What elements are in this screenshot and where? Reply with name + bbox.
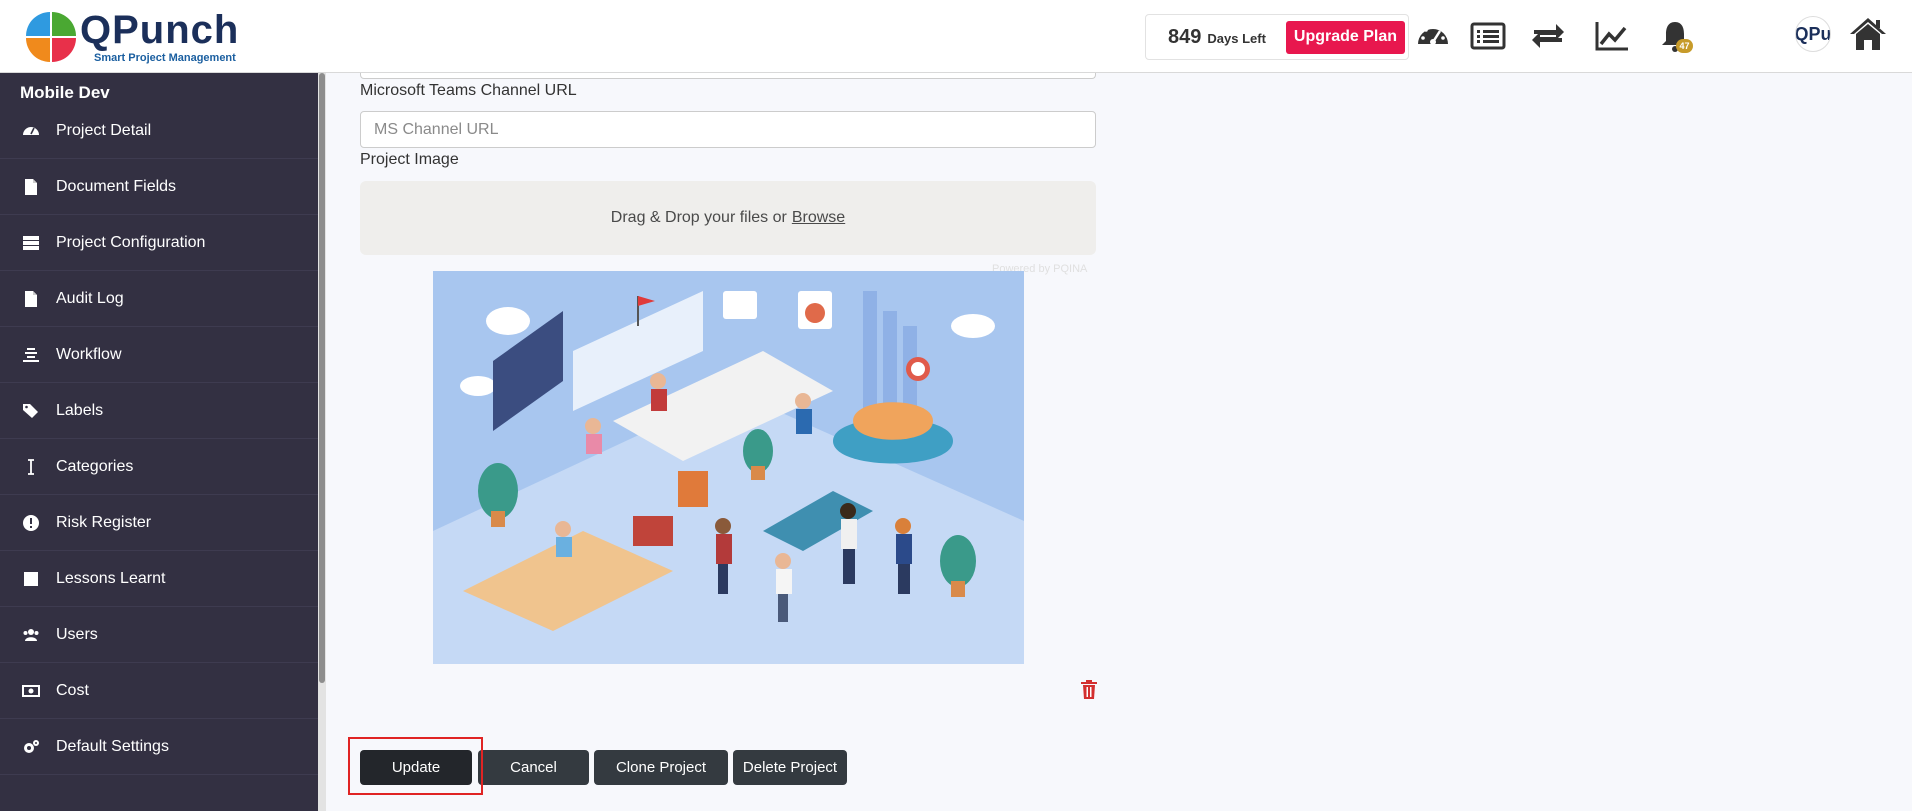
logo-mark-icon: [26, 12, 76, 62]
logo-tagline: Smart Project Management: [94, 52, 236, 64]
avatar[interactable]: QPu: [1795, 16, 1831, 52]
sidebar-item-audit-log[interactable]: Audit Log: [0, 271, 318, 327]
square-icon: [24, 571, 38, 586]
sidebar-item-project-detail[interactable]: Project Detail: [0, 103, 318, 159]
logo-name: QPunch: [80, 8, 240, 52]
sidebar-item-label: Audit Log: [56, 289, 124, 307]
sidebar-item-document-fields[interactable]: Document Fields: [0, 159, 318, 215]
sidebar-item-default-settings[interactable]: Default Settings: [0, 719, 318, 775]
sidebar: Mobile Dev Project Detail Document Field…: [0, 73, 326, 811]
sidebar-item-workflow[interactable]: Workflow: [0, 327, 318, 383]
image-dropzone[interactable]: Drag & Drop your files or Browse: [360, 181, 1096, 255]
teams-url-label: Microsoft Teams Channel URL: [360, 82, 577, 99]
exclamation-circle-icon: [23, 514, 39, 531]
update-highlight-box: [348, 737, 483, 795]
file-icon: [25, 178, 37, 195]
i-cursor-icon: [28, 458, 34, 475]
teams-url-input[interactable]: [360, 111, 1096, 148]
project-illustration: [433, 271, 1024, 664]
project-name: Mobile Dev: [20, 83, 110, 102]
chart-line-icon[interactable]: [1594, 18, 1630, 54]
sidebar-item-label: Document Fields: [56, 177, 177, 195]
file-icon: [25, 290, 37, 307]
days-left-label: Days Left: [1207, 31, 1266, 46]
clone-project-button[interactable]: Clone Project: [594, 750, 728, 785]
notification-badge: 47: [1676, 39, 1693, 53]
sidebar-item-label: Lessons Learnt: [56, 569, 166, 587]
sidebar-scrollbar[interactable]: [318, 73, 326, 811]
dashboard-icon[interactable]: [1415, 18, 1451, 54]
top-header: QPunch Smart Project Management 849 Days…: [0, 0, 1912, 73]
sidebar-item-label: Risk Register: [56, 513, 152, 531]
sidebar-item-cost[interactable]: Cost: [0, 663, 318, 719]
dropzone-text: Drag & Drop your files or: [610, 209, 787, 226]
sidebar-scroll-thumb[interactable]: [319, 73, 325, 683]
tachometer-icon: [23, 126, 39, 135]
delete-image-icon[interactable]: [1080, 680, 1098, 700]
server-icon: [23, 235, 39, 250]
tags-icon: [23, 403, 38, 418]
list-icon[interactable]: [1470, 18, 1506, 54]
sidebar-item-users[interactable]: Users: [0, 607, 318, 663]
sidebar-item-label: Project Detail: [56, 121, 152, 139]
sync-icon[interactable]: [1530, 18, 1566, 54]
sidebar-item-categories[interactable]: Categories: [0, 439, 318, 495]
sidebar-item-label: Categories: [56, 457, 134, 475]
sidebar-item-lessons-learnt[interactable]: Lessons Learnt: [0, 551, 318, 607]
delete-project-button[interactable]: Delete Project: [733, 750, 847, 785]
qpunch-logo[interactable]: QPunch Smart Project Management: [26, 7, 239, 67]
sidebar-item-label: Default Settings: [56, 737, 169, 755]
sidebar-item-label: Workflow: [56, 345, 122, 363]
sidebar-item-risk-register[interactable]: Risk Register: [0, 495, 318, 551]
cogs-icon: [24, 739, 39, 753]
cancel-button[interactable]: Cancel: [478, 750, 589, 785]
sidebar-item-label: Users: [56, 625, 98, 643]
sidebar-item-label: Project Configuration: [56, 233, 206, 251]
users-icon: [23, 628, 39, 641]
days-left-count: 849: [1168, 25, 1202, 48]
home-icon[interactable]: [1848, 14, 1888, 54]
plan-status: 849 Days Left Upgrade Plan: [1145, 14, 1409, 60]
sidebar-item-label: Cost: [56, 681, 89, 699]
workflow-icon: [23, 347, 39, 362]
sidebar-item-project-configuration[interactable]: Project Configuration: [0, 215, 318, 271]
project-image-preview: [433, 271, 1024, 664]
description-textarea-bottom[interactable]: [360, 73, 1096, 79]
sidebar-item-label: Labels: [56, 401, 104, 419]
upgrade-plan-button[interactable]: Upgrade Plan: [1285, 20, 1406, 54]
project-image-label: Project Image: [360, 151, 459, 168]
money-icon: [22, 684, 40, 697]
sidebar-item-labels[interactable]: Labels: [0, 383, 318, 439]
browse-link[interactable]: Browse: [792, 209, 845, 227]
